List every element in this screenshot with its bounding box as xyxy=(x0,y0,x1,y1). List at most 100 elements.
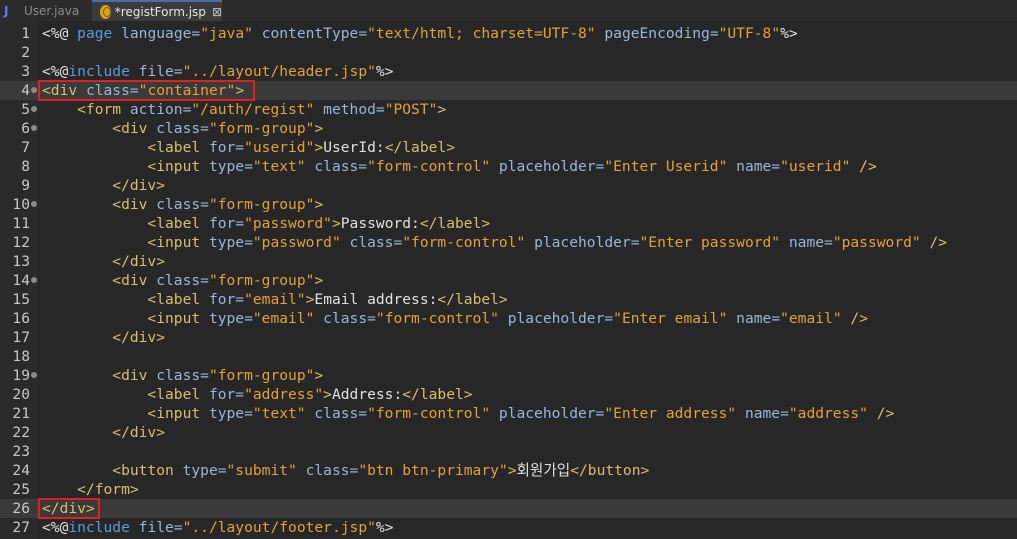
line-number: 10 xyxy=(12,196,30,213)
code-token: </label> xyxy=(437,291,508,308)
code-line[interactable]: 7 <label for="userid">UserId:</label> xyxy=(0,138,1017,157)
code-text: <input type="password" class="form-contr… xyxy=(42,233,947,252)
fold-toggle-icon[interactable] xyxy=(31,277,37,283)
line-number: 1 xyxy=(21,25,30,42)
code-text: <label for="email">Email address:</label… xyxy=(42,290,508,309)
code-line[interactable]: 10 <div class="form-group"> xyxy=(0,195,1017,214)
code-line[interactable]: 15 <label for="email">Email address:</la… xyxy=(0,290,1017,309)
code-editor[interactable]: 1 <%@ page language="java" contentType="t… xyxy=(0,21,1017,539)
code-token: "POST" xyxy=(384,101,438,118)
code-line[interactable]: 14 <div class="form-group"> xyxy=(0,271,1017,290)
line-number: 6 xyxy=(21,120,30,137)
fold-toggle-icon[interactable] xyxy=(31,87,37,93)
code-text: <div class="form-group"> xyxy=(42,271,323,290)
code-token: <label xyxy=(42,291,201,308)
code-token: type= xyxy=(173,462,227,479)
line-number: 25 xyxy=(12,481,30,498)
code-token: placeholder= xyxy=(490,405,605,422)
code-token: <%@ xyxy=(42,519,69,536)
code-token: "Enter email" xyxy=(613,310,728,327)
line-number: 24 xyxy=(12,462,30,479)
code-token: include xyxy=(68,519,130,536)
code-token: <button xyxy=(42,462,174,479)
code-line[interactable]: 20 <label for="address">Address:</label> xyxy=(0,385,1017,404)
code-token: <input xyxy=(42,158,201,175)
line-number: 4 xyxy=(21,82,30,99)
code-line[interactable]: 24 <button type="submit" class="btn btn-… xyxy=(0,461,1017,480)
code-line[interactable]: 3 <%@include file="../layout/header.jsp"%… xyxy=(0,62,1017,81)
code-line[interactable]: 17 </div> xyxy=(0,328,1017,347)
code-token: > xyxy=(323,386,332,403)
code-line[interactable]: 22 </div> xyxy=(0,423,1017,442)
code-line[interactable]: 2 xyxy=(0,43,1017,62)
code-token: <input xyxy=(42,405,201,422)
code-token: class= xyxy=(340,234,403,251)
code-line[interactable]: 18 xyxy=(0,347,1017,366)
code-line[interactable]: 9 </div> xyxy=(0,176,1017,195)
code-token: </label> xyxy=(402,386,473,403)
code-line[interactable]: 11 <label for="password">Password:</labe… xyxy=(0,214,1017,233)
line-number: 18 xyxy=(12,348,30,365)
code-token: language= xyxy=(112,25,201,42)
fold-toggle-icon[interactable] xyxy=(31,201,37,207)
line-number: 5 xyxy=(21,101,30,118)
code-token: <label xyxy=(42,139,201,156)
code-line[interactable]: 16 <input type="email" class="form-contr… xyxy=(0,309,1017,328)
code-token: for= xyxy=(200,139,245,156)
code-line[interactable]: 12 <input type="password" class="form-co… xyxy=(0,233,1017,252)
code-line[interactable]: 1 <%@ page language="java" contentType="t… xyxy=(0,24,1017,43)
code-token: "form-group" xyxy=(208,196,315,213)
code-token: </div> xyxy=(42,253,166,270)
code-token: name= xyxy=(727,158,781,175)
code-token: type= xyxy=(200,158,253,175)
code-token: file= xyxy=(129,63,183,80)
code-token: file= xyxy=(129,519,183,536)
code-token: <label xyxy=(42,215,201,232)
editor-tab-bar: J User.java *registForm.jsp ⊠ xyxy=(0,0,1017,22)
close-icon[interactable]: ⊠ xyxy=(212,5,222,19)
code-token: <%@ xyxy=(42,63,69,80)
code-token: type= xyxy=(200,405,253,422)
code-token: <input xyxy=(42,310,201,327)
code-text: <label for="userid">UserId:</label> xyxy=(42,138,455,157)
fold-toggle-icon[interactable] xyxy=(31,106,37,112)
code-token: "form-control" xyxy=(402,234,526,251)
code-text: <label for="address">Address:</label> xyxy=(42,385,473,404)
code-line[interactable]: 23 xyxy=(0,442,1017,461)
code-token: "address" xyxy=(244,386,324,403)
code-line[interactable]: 19 <div class="form-group"> xyxy=(0,366,1017,385)
code-text: </div> xyxy=(42,176,165,195)
code-token: /> xyxy=(867,405,895,422)
code-line[interactable]: 21 <input type="text" class="form-contro… xyxy=(0,404,1017,423)
code-token: name= xyxy=(736,405,789,422)
line-number: 15 xyxy=(12,291,30,308)
fold-toggle-icon[interactable] xyxy=(31,372,37,378)
tab-user-java[interactable]: J User.java xyxy=(0,0,92,21)
code-text: </div> xyxy=(42,252,165,271)
code-token: "text/html; charset=UTF-8" xyxy=(367,25,596,42)
code-token: > xyxy=(314,120,324,137)
code-token: "../layout/footer.jsp" xyxy=(182,519,376,536)
code-line[interactable]: 5 <form action="/auth/regist" method="PO… xyxy=(0,100,1017,119)
code-token: 회원가입 xyxy=(516,462,571,479)
code-text: </div> xyxy=(42,328,165,347)
code-line[interactable]: 8 <input type="text" class="form-control… xyxy=(0,157,1017,176)
code-token: %> xyxy=(780,25,798,42)
line-number: 19 xyxy=(12,367,30,384)
highlight-box-div-close xyxy=(38,498,100,519)
code-token: </div> xyxy=(42,424,166,441)
code-text: <div class="form-group"> xyxy=(42,366,323,385)
code-line[interactable]: 27 <%@include file="../layout/footer.jsp"… xyxy=(0,518,1017,537)
code-token: /> xyxy=(850,158,877,175)
code-line[interactable]: 25 </form> xyxy=(0,480,1017,499)
code-line[interactable]: 6 <div class="form-group"> xyxy=(0,119,1017,138)
fold-toggle-icon[interactable] xyxy=(31,125,37,131)
code-text: </div> xyxy=(42,423,165,442)
line-number: 26 xyxy=(12,500,30,517)
code-token: UserId: xyxy=(323,139,385,156)
code-token: > xyxy=(437,101,447,118)
code-line[interactable]: 13 </div> xyxy=(0,252,1017,271)
tab-regist-form-jsp[interactable]: *registForm.jsp ⊠ xyxy=(92,0,222,21)
line-number: 12 xyxy=(12,234,30,251)
code-line[interactable]: 26 </div> xyxy=(0,499,1017,518)
